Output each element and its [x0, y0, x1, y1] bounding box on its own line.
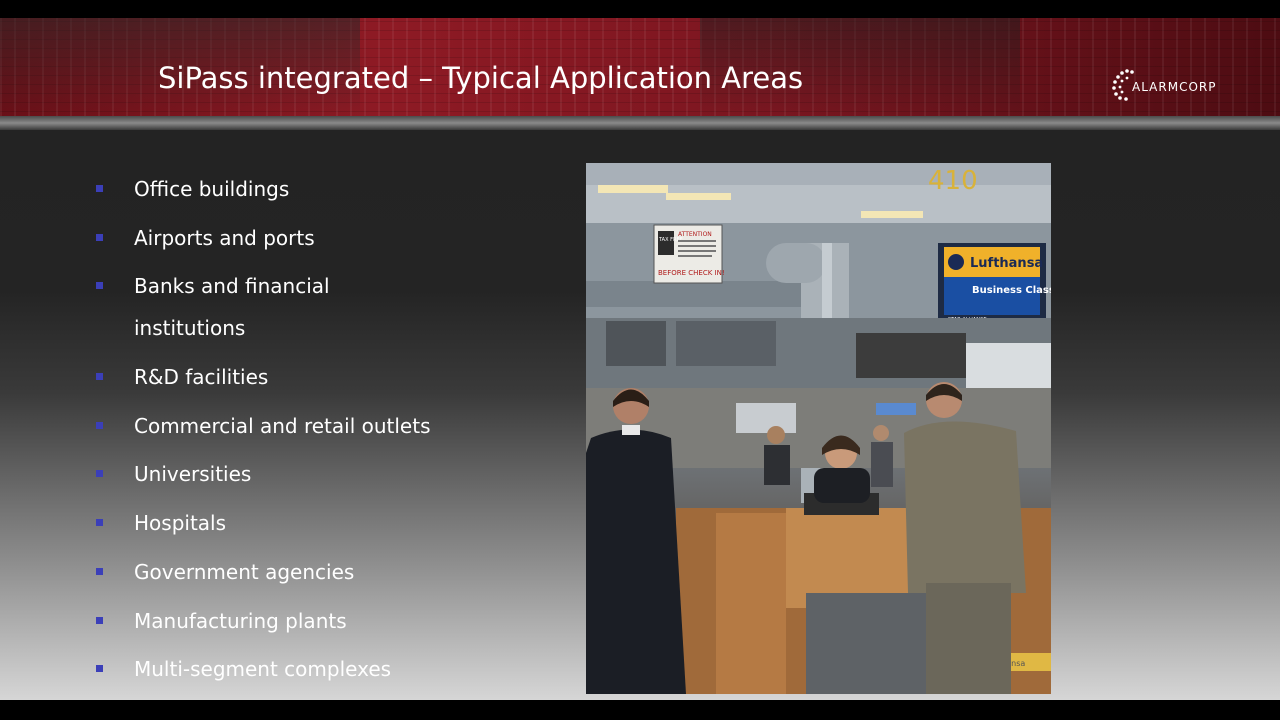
bullet-square-icon [96, 470, 103, 478]
list-item: Government agencies [96, 551, 516, 593]
bullet-square-icon [96, 233, 103, 241]
list-item: Banks and financial institutions [96, 265, 516, 349]
bullet-square-icon [96, 616, 103, 624]
list-item: Office buildings [96, 168, 516, 210]
application-areas-list: Office buildings Airports and ports Bank… [96, 168, 516, 697]
list-item: Airports and ports [96, 217, 516, 259]
bullet-square-icon [96, 282, 103, 290]
list-item: Commercial and retail outlets [96, 405, 516, 447]
list-item: Universities [96, 453, 516, 495]
gate-number-label: 410 [928, 166, 978, 196]
notice-title: ATTENTION [678, 231, 712, 238]
bullet-square-icon [96, 567, 103, 575]
sign-airline: Lufthansa [970, 256, 1043, 271]
bullet-square-icon [96, 185, 103, 192]
title-banner: SiPass integrated – Typical Application … [0, 18, 1280, 130]
airport-scene-illustration: 410 TAX FREE ATTENTION BEFORE CHECK IN! … [586, 163, 1051, 694]
list-item: Hospitals [96, 502, 516, 544]
slide-title: SiPass integrated – Typical Application … [158, 61, 804, 95]
bullet-square-icon [96, 665, 103, 673]
airport-checkin-photo: 410 TAX FREE ATTENTION BEFORE CHECK IN! … [586, 163, 1051, 694]
slide: SiPass integrated – Typical Application … [0, 18, 1280, 700]
list-item: Multi-segment complexes [96, 648, 516, 690]
notice-footer: BEFORE CHECK IN! [658, 269, 725, 277]
bullet-square-icon [96, 421, 103, 429]
list-item: R&D facilities [96, 356, 516, 398]
logo-text: ALARMCORP [1132, 80, 1217, 94]
alarmcorp-logo: ALARMCORP [1108, 62, 1218, 110]
bullet-square-icon [96, 373, 103, 381]
sign-class: Business Class [972, 285, 1051, 296]
bullet-square-icon [96, 519, 103, 527]
list-item: Manufacturing plants [96, 600, 516, 642]
